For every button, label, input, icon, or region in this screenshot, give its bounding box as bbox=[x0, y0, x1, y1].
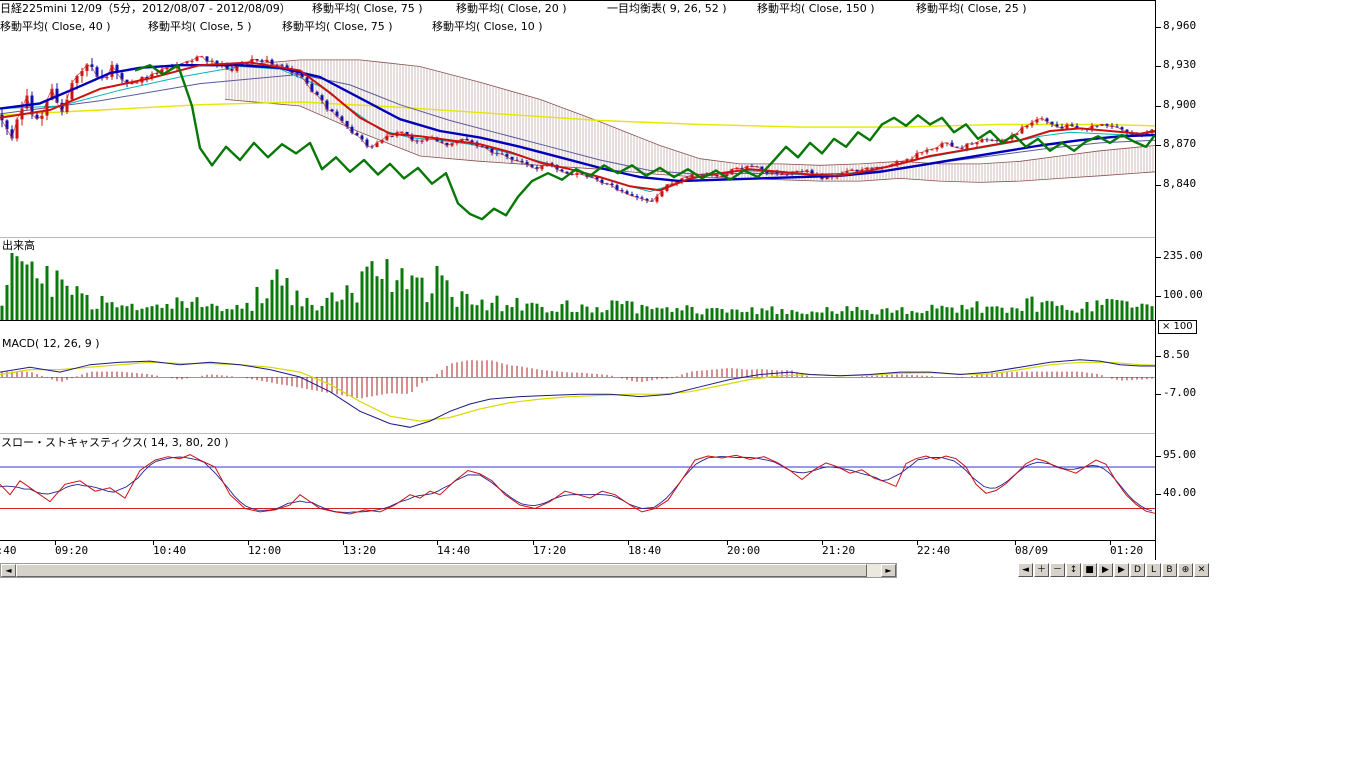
scrollbar-thumb[interactable] bbox=[16, 564, 867, 577]
indicator-label-row2-2: 移動平均( Close, 75 ) bbox=[282, 21, 393, 33]
indicator-label-row2-0: 移動平均( Close, 40 ) bbox=[0, 21, 111, 33]
toolbar-button-7[interactable]: D bbox=[1130, 563, 1145, 577]
time-axis-label: 21:20 bbox=[822, 545, 855, 557]
stoch-panel-label: スロー・ストキャスティクス( 14, 3, 80, 20 ) bbox=[1, 436, 229, 449]
price-axis-label: 8,900 bbox=[1163, 99, 1196, 111]
indicator-label-row1-3: 一目均衡表( 9, 26, 52 ) bbox=[607, 3, 727, 15]
toolbar-button-6[interactable]: ▶ bbox=[1114, 563, 1129, 577]
indicator-label-row1-0: 日経225mini 12/09（5分，2012/08/07 - 2012/08/… bbox=[0, 3, 291, 15]
time-axis-label: 01:20 bbox=[1110, 545, 1143, 557]
time-axis-label: 09:20 bbox=[55, 545, 88, 557]
price-axis-label: 8,930 bbox=[1163, 59, 1196, 71]
time-axis-label: 13:20 bbox=[343, 545, 376, 557]
time-axis-label: 08/09 bbox=[1015, 545, 1048, 557]
toolbar-button-1[interactable]: ＋ bbox=[1034, 563, 1049, 577]
volume-panel-label: 出来高 bbox=[2, 239, 35, 252]
macd-panel-label: MACD( 12, 26, 9 ) bbox=[2, 337, 100, 350]
scroll-right-button[interactable]: ► bbox=[881, 564, 896, 577]
indicator-label-row1-1: 移動平均( Close, 75 ) bbox=[312, 3, 423, 15]
time-axis-label: 14:40 bbox=[437, 545, 470, 557]
toolbar-button-0[interactable]: ◄ bbox=[1018, 563, 1033, 577]
stoch-axis-label: 95.00 bbox=[1163, 449, 1196, 461]
toolbar-button-10[interactable]: ⊕ bbox=[1178, 563, 1193, 577]
price-axis-label: 8,870 bbox=[1163, 138, 1196, 150]
chart-canvas[interactable] bbox=[0, 0, 1366, 562]
indicator-label-row1-5: 移動平均( Close, 25 ) bbox=[916, 3, 1027, 15]
time-axis-label: 22:40 bbox=[917, 545, 950, 557]
toolbar-button-5[interactable]: ▶ bbox=[1098, 563, 1113, 577]
volume-multiplier-badge: × 100 bbox=[1158, 320, 1197, 334]
toolbar-button-8[interactable]: L bbox=[1146, 563, 1161, 577]
volume-axis-label: 235.00 bbox=[1163, 250, 1203, 262]
time-axis-label: 12:00 bbox=[248, 545, 281, 557]
toolbar-button-9[interactable]: B bbox=[1162, 563, 1177, 577]
macd-axis-label: -7.00 bbox=[1163, 387, 1196, 399]
indicator-label-row1-2: 移動平均( Close, 20 ) bbox=[456, 3, 567, 15]
indicator-label-row2-1: 移動平均( Close, 5 ) bbox=[148, 21, 252, 33]
indicator-label-row2-3: 移動平均( Close, 10 ) bbox=[432, 21, 543, 33]
scroll-left-button[interactable]: ◄ bbox=[1, 564, 16, 577]
time-axis-label: 17:20 bbox=[533, 545, 566, 557]
volume-axis-label: 100.00 bbox=[1163, 289, 1203, 301]
time-axis-label: 2:40 bbox=[0, 545, 17, 557]
price-axis-label: 8,840 bbox=[1163, 178, 1196, 190]
price-axis-label: 8,960 bbox=[1163, 20, 1196, 32]
toolbar-button-4[interactable]: ■ bbox=[1082, 563, 1097, 577]
time-axis-label: 18:40 bbox=[628, 545, 661, 557]
trading-app-window: 日経225mini 12/09（5分，2012/08/07 - 2012/08/… bbox=[0, 0, 1366, 768]
toolbar-button-3[interactable]: ↕ bbox=[1066, 563, 1081, 577]
chart-mini-toolbar: ◄＋－↕■▶▶DLB⊕✕ bbox=[1018, 563, 1210, 578]
time-axis-label: 20:00 bbox=[727, 545, 760, 557]
indicator-label-row1-4: 移動平均( Close, 150 ) bbox=[757, 3, 875, 15]
horizontal-scrollbar[interactable]: ◄ ► bbox=[0, 563, 897, 578]
toolbar-button-2[interactable]: － bbox=[1050, 563, 1065, 577]
time-axis-label: 10:40 bbox=[153, 545, 186, 557]
toolbar-button-11[interactable]: ✕ bbox=[1194, 563, 1209, 577]
macd-axis-label: 8.50 bbox=[1163, 349, 1190, 361]
stoch-axis-label: 40.00 bbox=[1163, 487, 1196, 499]
